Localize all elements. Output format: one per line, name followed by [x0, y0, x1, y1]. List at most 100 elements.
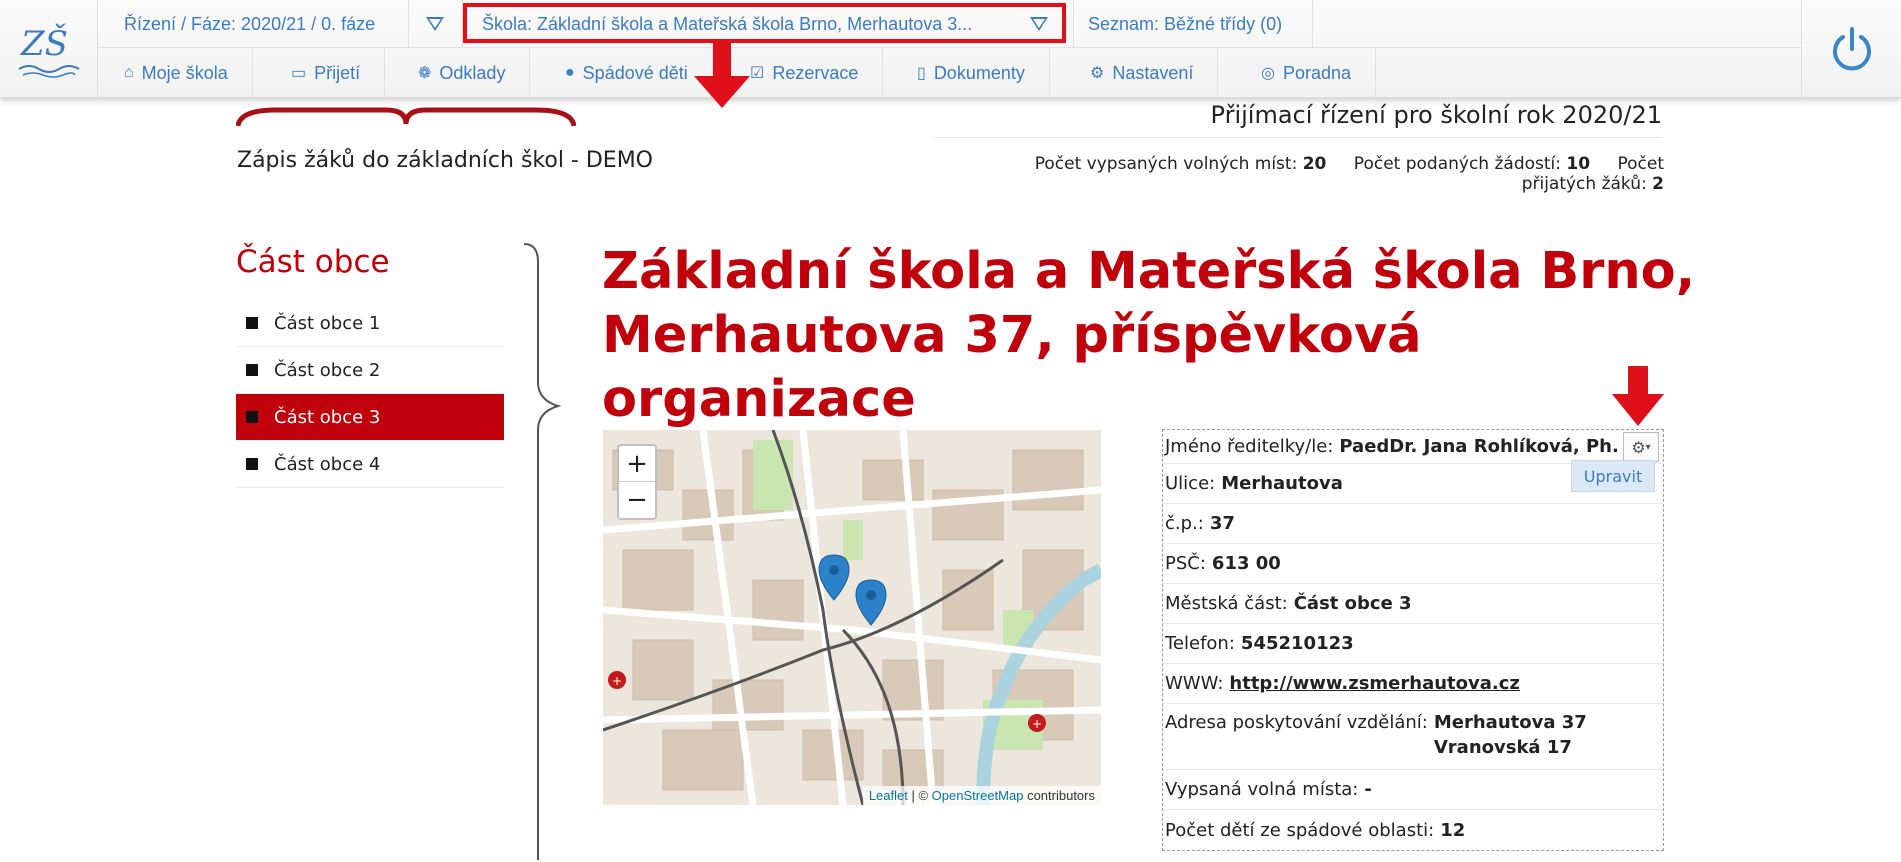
- nav-prijeti[interactable]: ▭ Přijetí: [267, 48, 386, 98]
- info-row-telefon: Telefon: 545210123: [1163, 624, 1663, 664]
- logout-button[interactable]: [1801, 0, 1901, 98]
- upravit-menu-item[interactable]: Upravit: [1571, 460, 1655, 492]
- info-label: Ulice:: [1165, 473, 1216, 494]
- info-row-spadova-oblast: Počet dětí ze spádové oblasti: 12: [1163, 810, 1663, 850]
- nav-label: Moje škola: [141, 62, 228, 83]
- logo-text: ZŠ: [20, 23, 68, 64]
- rizeni-dropdown[interactable]: [426, 0, 444, 48]
- leaflet-link[interactable]: Leaflet: [869, 788, 908, 803]
- stat-value: 10: [1566, 154, 1591, 174]
- info-value: 545210123: [1240, 633, 1354, 654]
- info-label: Adresa poskytování vzdělání:: [1165, 712, 1428, 733]
- info-label: WWW:: [1165, 673, 1224, 694]
- map-attribution: Leaflet | © OpenStreetMap contributors: [862, 786, 1101, 805]
- svg-text:+: +: [612, 674, 622, 688]
- nav-label: Spádové děti: [582, 62, 688, 83]
- paw-icon: ❁: [418, 65, 432, 82]
- user-icon: ●: [565, 64, 575, 81]
- zs-logo-icon: ZŠ: [17, 23, 80, 78]
- info-row-reditel: Jméno ředitelky/le: PaedDr. Jana Rohlíkov…: [1163, 430, 1663, 464]
- nav-label: Přijetí: [314, 62, 361, 83]
- stat-zadosti: Počet podaných žádostí: 10: [1354, 154, 1590, 174]
- bullet-square-icon: [246, 411, 258, 423]
- sidebar-item-cast-obce-1[interactable]: Část obce 1: [236, 300, 504, 347]
- annotation-arrow-icon: [694, 42, 750, 108]
- annotation-highlight-box: [463, 3, 1066, 43]
- sidebar-item-label: Část obce 2: [274, 359, 381, 381]
- info-value: Část obce 3: [1293, 593, 1412, 614]
- zoom-out-button[interactable]: −: [619, 482, 655, 518]
- info-value: Vranovská 17: [1433, 737, 1572, 758]
- bullet-square-icon: [246, 317, 258, 329]
- check-square-icon: ☑: [750, 65, 765, 82]
- rizeni-selector[interactable]: Řízení / Fáze: 2020/21 / 0. fáze: [124, 0, 375, 48]
- nav-label: Odklady: [439, 62, 506, 83]
- info-label: Počet dětí ze spádové oblasti:: [1165, 819, 1435, 841]
- school-info-table: Jméno ředitelky/le: PaedDr. Jana Rohlíkov…: [1162, 429, 1664, 851]
- stat-volna: Počet vypsaných volných míst: 20: [1035, 154, 1327, 174]
- info-row-psc: PSČ: 613 00: [1163, 544, 1663, 584]
- info-value: 37: [1209, 513, 1235, 534]
- stat-label: Počet vypsaných volných míst:: [1034, 154, 1298, 174]
- nav-dokumenty[interactable]: ▯ Dokumenty: [893, 48, 1050, 98]
- nav-nastaveni[interactable]: ⚙ Nastavení: [1066, 48, 1219, 98]
- attribution-separator: | ©: [907, 788, 932, 803]
- info-value: Merhautova 37: [1433, 712, 1587, 733]
- app-logo[interactable]: ZŠ: [0, 0, 98, 98]
- nav-spadove-deti[interactable]: ● Spádové děti: [541, 48, 713, 98]
- info-label: č.p.:: [1165, 513, 1204, 534]
- sidebar-list: Část obce 1 Část obce 2 Část obce 3 Část…: [236, 300, 504, 488]
- info-row-www: WWW: http://www.zsmerhautova.cz: [1163, 664, 1663, 704]
- info-value: -: [1364, 779, 1372, 800]
- info-row-cp: č.p.: 37: [1163, 504, 1663, 544]
- nav-label: Nastavení: [1112, 62, 1194, 83]
- sidebar-item-cast-obce-3[interactable]: Část obce 3: [236, 394, 504, 441]
- bullet-square-icon: [246, 458, 258, 470]
- osm-link[interactable]: OpenStreetMap: [932, 788, 1024, 803]
- info-value-group: Merhautova 37 Vranovská 17: [1434, 712, 1587, 758]
- settings-dropdown-button[interactable]: ⚙ ▾: [1623, 432, 1659, 462]
- stat-value: 2: [1652, 174, 1664, 194]
- school-title: Základní škola a Mateřská škola Brno, Me…: [602, 242, 1696, 429]
- nav-label: Dokumenty: [933, 62, 1025, 83]
- info-label: Jméno ředitelky/le:: [1165, 436, 1334, 457]
- info-value: 613 00: [1211, 553, 1281, 574]
- annotation-arrow-icon: [1612, 366, 1664, 426]
- app-title: Zápis žáků do základních škol - DEMO: [237, 148, 654, 173]
- zoom-in-button[interactable]: +: [619, 446, 655, 482]
- attribution-tail: contributors: [1023, 788, 1095, 803]
- lifebuoy-icon: ◎: [1261, 65, 1275, 82]
- map-zoom-control: + −: [617, 444, 657, 520]
- nav-moje-skola[interactable]: ⌂ Moje škola: [100, 48, 253, 98]
- nav-label: Rezervace: [772, 62, 859, 83]
- info-label: PSČ:: [1165, 553, 1206, 574]
- top-bar: ZŠ Řízení / Fáze: 2020/21 / 0. fáze Škol…: [0, 0, 1901, 98]
- website-link[interactable]: http://www.zsmerhautova.cz: [1229, 673, 1519, 694]
- school-map[interactable]: + + + − Leaflet | © OpenStreetMap contrib…: [603, 430, 1101, 805]
- info-label: Telefon:: [1165, 633, 1235, 654]
- sidebar-item-cast-obce-2[interactable]: Část obce 2: [236, 347, 504, 394]
- sidebar-item-label: Část obce 4: [274, 453, 381, 475]
- document-icon: ▭: [291, 65, 307, 82]
- info-value: PaedDr. Jana Rohlíková, Ph. D.: [1339, 436, 1647, 457]
- cogs-icon: ⚙: [1090, 65, 1105, 82]
- svg-text:+: +: [1032, 717, 1042, 731]
- nav-poradna[interactable]: ◎ Poradna: [1237, 48, 1377, 98]
- sidebar-item-cast-obce-4[interactable]: Část obce 4: [236, 441, 504, 488]
- sidebar-heading: Část obce: [236, 244, 390, 280]
- stats-bar: Počet vypsaných volných míst: 20 Počet p…: [937, 154, 1664, 194]
- brace-decoration-icon: [236, 107, 576, 127]
- nav-odklady[interactable]: ❁ Odklady: [394, 48, 531, 98]
- map-tiles: ++: [603, 430, 1101, 805]
- brace-divider-icon: [523, 243, 562, 860]
- seznam-selector[interactable]: Seznam: Běžné třídy (0): [1088, 0, 1282, 48]
- rizeni-title: Přijímací řízení pro školní rok 2020/21: [935, 101, 1662, 138]
- sidebar-item-label: Část obce 1: [274, 312, 381, 334]
- info-label: Vypsaná volná místa:: [1165, 779, 1359, 800]
- info-row-volna-mista: Vypsaná volná místa: -: [1163, 770, 1663, 810]
- stat-label: Počet podaných žádostí:: [1353, 154, 1561, 174]
- info-value: Merhautova: [1221, 473, 1343, 494]
- caret-down-icon: ▾: [1645, 441, 1651, 453]
- stat-value: 20: [1302, 154, 1327, 174]
- info-label: Městská část:: [1165, 593, 1288, 614]
